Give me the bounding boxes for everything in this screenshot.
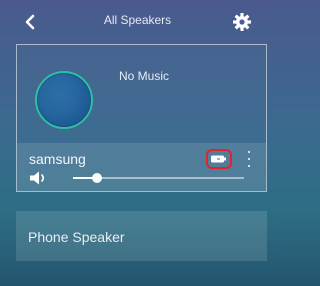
speaker-card[interactable]: No Music samsung <box>16 44 267 192</box>
top-bar: All Speakers <box>0 0 275 44</box>
more-vertical-icon[interactable] <box>246 151 252 167</box>
volume-icon[interactable] <box>29 171 51 185</box>
gear-icon[interactable] <box>232 12 252 32</box>
phone-speaker-card[interactable]: Phone Speaker <box>16 211 267 261</box>
volume-slider[interactable] <box>73 173 244 183</box>
battery-icon[interactable] <box>206 149 232 169</box>
device-row[interactable]: samsung <box>17 143 266 191</box>
device-name: samsung <box>29 151 86 167</box>
phone-speaker-label: Phone Speaker <box>28 229 125 245</box>
now-playing-status: No Music <box>119 69 170 83</box>
album-art <box>35 71 93 129</box>
volume-slider-thumb[interactable] <box>91 173 102 183</box>
